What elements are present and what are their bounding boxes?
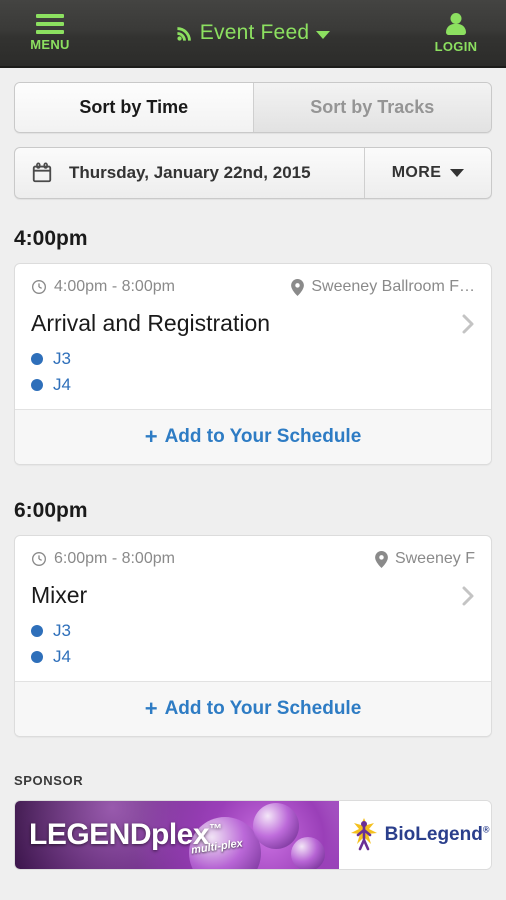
event-location-text: Sweeney Ballroom F… <box>311 278 475 295</box>
event-title: Mixer <box>31 582 88 608</box>
sponsor-company-text: BioLegend <box>384 824 483 845</box>
chevron-down-icon <box>450 169 465 177</box>
track-color-dot <box>31 379 43 391</box>
event-card: 6:00pm - 8:00pm Sweeney F Mixer J3 J4 + … <box>14 535 492 737</box>
menu-button[interactable]: MENU <box>14 14 86 52</box>
selected-date: Thursday, January 22nd, 2015 <box>69 163 311 182</box>
add-to-schedule-label: Add to Your Schedule <box>164 698 362 719</box>
event-card-body[interactable]: 4:00pm - 8:00pm Sweeney Ballroom F… Arri… <box>15 264 491 409</box>
sort-segmented-control: Sort by Time Sort by Tracks <box>14 82 492 133</box>
sponsor-company-name: BioLegend® <box>385 824 490 846</box>
map-pin-icon <box>291 278 305 296</box>
track-item[interactable]: J4 <box>31 647 475 667</box>
page-title: Event Feed <box>199 21 310 44</box>
event-card: 4:00pm - 8:00pm Sweeney Ballroom F… Arri… <box>14 263 492 465</box>
track-label: J3 <box>53 349 71 368</box>
date-selector[interactable]: Thursday, January 22nd, 2015 <box>15 148 364 198</box>
event-feed-dropdown[interactable]: Event Feed <box>176 21 331 45</box>
date-bar: Thursday, January 22nd, 2015 MORE <box>14 147 492 199</box>
track-label: J4 <box>53 647 71 666</box>
track-item[interactable]: J4 <box>31 375 475 395</box>
sponsor-artwork: LEGENDplex™ multi-plex <box>15 801 339 869</box>
event-time: 4:00pm - 8:00pm <box>31 278 175 296</box>
event-time-text: 6:00pm - 8:00pm <box>54 550 175 567</box>
sponsor-banner[interactable]: LEGENDplex™ multi-plex BioLegend® <box>14 800 492 870</box>
track-color-dot <box>31 651 43 663</box>
tab-sort-by-tracks[interactable]: Sort by Tracks <box>252 83 491 132</box>
trademark-symbol: ™ <box>209 821 222 836</box>
event-location-text: Sweeney F <box>394 550 475 567</box>
more-dates-button[interactable]: MORE <box>364 148 491 198</box>
track-item[interactable]: J3 <box>31 621 475 641</box>
caret-down-icon <box>316 30 331 39</box>
hamburger-icon <box>36 14 64 34</box>
menu-label: MENU <box>30 37 70 52</box>
bubble-decoration <box>290 837 325 869</box>
app-header: MENU Event Feed LOGIN <box>0 0 506 68</box>
clock-icon <box>32 552 46 566</box>
track-label: J4 <box>53 375 71 394</box>
add-to-schedule-button[interactable]: + Add to Your Schedule <box>15 409 491 464</box>
event-tracks: J3 J4 <box>31 621 475 667</box>
calendar-icon <box>32 162 52 183</box>
event-title-row: Mixer <box>31 582 475 609</box>
sponsor-company: BioLegend® <box>338 801 491 869</box>
sponsor-product-text: LEGENDplex <box>29 818 210 851</box>
rss-icon <box>177 26 191 41</box>
bubble-decoration <box>252 803 299 849</box>
clock-icon <box>32 280 46 294</box>
biolegend-logo-icon <box>350 818 377 851</box>
plus-icon: + <box>144 695 158 721</box>
time-group-heading: 4:00pm <box>14 227 88 250</box>
event-location: Sweeney F <box>375 550 475 568</box>
chevron-right-icon <box>462 586 474 605</box>
track-color-dot <box>31 353 43 365</box>
person-icon <box>443 12 469 35</box>
sponsor-section-label: SPONSOR <box>14 773 84 788</box>
event-title-row: Arrival and Registration <box>31 310 475 337</box>
tab-sort-by-time[interactable]: Sort by Time <box>15 83 253 132</box>
track-item[interactable]: J3 <box>31 349 475 369</box>
plus-icon: + <box>144 423 158 449</box>
chevron-right-icon <box>462 314 474 333</box>
event-location: Sweeney Ballroom F… <box>291 278 475 296</box>
track-label: J3 <box>53 621 71 640</box>
event-tracks: J3 J4 <box>31 349 475 395</box>
registered-symbol: ® <box>482 824 490 835</box>
track-color-dot <box>31 625 43 637</box>
login-label: LOGIN <box>434 38 478 54</box>
event-meta: 6:00pm - 8:00pm Sweeney F <box>31 550 475 568</box>
map-pin-icon <box>375 550 388 568</box>
login-button[interactable]: LOGIN <box>420 12 492 54</box>
event-time: 6:00pm - 8:00pm <box>31 550 175 568</box>
event-title: Arrival and Registration <box>31 310 271 336</box>
event-meta: 4:00pm - 8:00pm Sweeney Ballroom F… <box>31 278 475 296</box>
add-to-schedule-button[interactable]: + Add to Your Schedule <box>15 681 491 736</box>
more-label: MORE <box>391 164 442 181</box>
time-group-heading: 6:00pm <box>14 499 88 522</box>
event-card-body[interactable]: 6:00pm - 8:00pm Sweeney F Mixer J3 J4 <box>15 536 491 681</box>
add-to-schedule-label: Add to Your Schedule <box>164 426 362 447</box>
main-content: Sort by Time Sort by Tracks Thursday, Ja… <box>0 68 506 884</box>
event-time-text: 4:00pm - 8:00pm <box>54 278 175 295</box>
